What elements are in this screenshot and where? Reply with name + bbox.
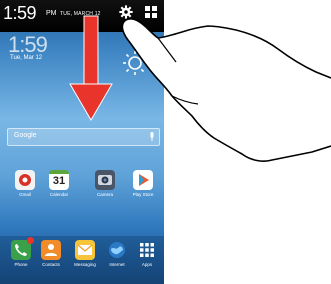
status-ampm: PM (46, 10, 57, 17)
finger-crease (157, 37, 199, 105)
app-play-store[interactable]: Play Store (128, 170, 158, 197)
apps-icon (137, 240, 157, 260)
weather-location: R (93, 75, 97, 81)
gmail-icon (15, 170, 35, 190)
gear-icon[interactable] (119, 5, 133, 19)
dock-apps[interactable]: Apps (132, 240, 162, 267)
dock-messaging[interactable]: Messaging (70, 240, 100, 267)
phone-icon (11, 237, 34, 260)
google-search-bar[interactable]: Google (7, 128, 160, 146)
app-label: Gmail (19, 192, 31, 197)
dock-contacts[interactable]: Contacts (36, 240, 66, 267)
weather-line-3: n (96, 98, 99, 104)
app-label: Play Store (132, 192, 154, 197)
app-label: Messaging (74, 262, 96, 267)
app-label: Contacts (42, 262, 60, 267)
camera-icon (95, 170, 115, 190)
mic-icon[interactable] (149, 132, 155, 142)
app-calendar[interactable]: 31 Calendar (44, 170, 74, 197)
messaging-icon (75, 240, 95, 260)
app-gmail[interactable]: Gmail (10, 170, 40, 197)
badge (27, 237, 34, 244)
app-label: Apps (141, 262, 153, 267)
internet-icon (107, 240, 127, 260)
calendar-day: 31 (52, 175, 66, 187)
status-time: 1:59 (3, 3, 37, 23)
app-camera[interactable]: Camera (90, 170, 120, 197)
dock-phone[interactable]: Phone (6, 237, 36, 267)
search-label: Google (14, 132, 37, 139)
app-label: Internet (109, 262, 125, 267)
home-date: Tue, Mar 12 (10, 55, 43, 61)
app-label: Phone (14, 262, 28, 267)
grid-icon[interactable] (145, 6, 157, 18)
status-date: TUE, MARCH 12 (60, 11, 101, 17)
sun-icon (123, 51, 147, 75)
dock-internet[interactable]: Internet (102, 240, 132, 267)
status-bar[interactable]: 1:59 PM TUE, MARCH 12 (0, 0, 164, 32)
phone-screen: 1:59 PM TUE, MARCH 12 1:59 Tue, Mar 12 R… (0, 0, 164, 284)
play-store-icon (133, 170, 153, 190)
weather-line-2: ny (96, 83, 102, 89)
app-label: Camera (96, 192, 113, 197)
app-label: Calendar (49, 192, 69, 197)
calendar-icon: 31 (49, 170, 69, 190)
contacts-icon (41, 240, 61, 260)
